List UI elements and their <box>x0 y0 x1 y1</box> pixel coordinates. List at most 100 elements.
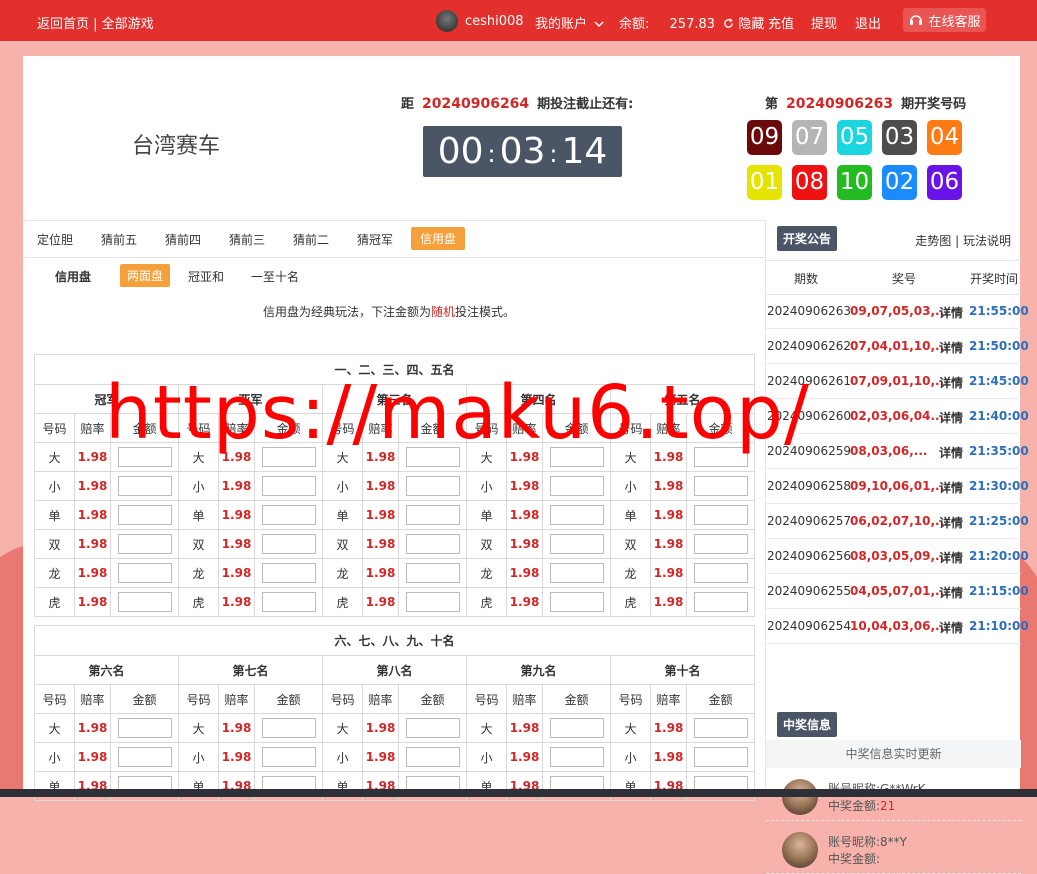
bet-amount-input[interactable] <box>405 447 460 467</box>
history-detail-link[interactable]: 详情 <box>939 514 963 531</box>
subtab-item[interactable]: 一至十名 <box>251 268 299 285</box>
bet-amount-input[interactable] <box>693 563 748 583</box>
bet-amount-input[interactable] <box>549 718 604 738</box>
position-row: 冠军 亚军 第三名 第四名 第五名 <box>34 384 756 414</box>
section-title: 六、七、八、九、十名 <box>33 625 756 656</box>
bet-amount-input[interactable] <box>261 592 316 612</box>
bet-amount-input[interactable] <box>117 505 172 525</box>
draw-ball: 03 <box>882 120 917 155</box>
col-number: 号码 <box>34 684 75 714</box>
bet-row: 大 1.98 大 1.98 大 1.98 大 1.98 大 1.98 <box>34 713 756 743</box>
tab-item[interactable]: 信用盘 <box>411 227 466 250</box>
bet-amount-input[interactable] <box>261 747 316 767</box>
hide-balance-button[interactable]: 隐藏 <box>738 17 764 32</box>
tab-item[interactable]: 猜前二 <box>293 231 329 248</box>
history-detail-link[interactable]: 详情 <box>939 479 963 496</box>
chart-links: 走势图 | 玩法说明 <box>915 232 1011 249</box>
history-detail-link[interactable]: 详情 <box>939 549 963 566</box>
logout-button[interactable]: 退出 <box>855 13 881 32</box>
amount-cell <box>542 713 611 743</box>
amount-cell <box>685 742 756 772</box>
bet-amount-input[interactable] <box>549 476 604 496</box>
recharge-button[interactable]: 充值 <box>768 13 794 32</box>
history-detail-link[interactable]: 详情 <box>939 374 963 391</box>
bet-amount-input[interactable] <box>405 718 460 738</box>
bet-amount-input[interactable] <box>693 747 748 767</box>
col-time: 开奖时间 <box>970 272 1019 286</box>
bet-amount-input[interactable] <box>693 592 748 612</box>
bet-odds: 1.98 <box>218 500 255 530</box>
bet-amount-input[interactable] <box>117 592 172 612</box>
col-number: 号码 <box>322 413 363 443</box>
history-detail-link[interactable]: 详情 <box>939 444 963 461</box>
tab-item[interactable]: 猜冠军 <box>357 231 393 248</box>
bet-amount-input[interactable] <box>693 476 748 496</box>
tab-item[interactable]: 猜前三 <box>229 231 265 248</box>
tab-item[interactable]: 定位胆 <box>37 231 73 248</box>
bet-amount-input[interactable] <box>549 747 604 767</box>
bet-amount-input[interactable] <box>117 476 172 496</box>
bet-amount-input[interactable] <box>405 534 460 554</box>
trend-chart-link[interactable]: 走势图 <box>915 234 951 248</box>
home-link[interactable]: 返回首页 <box>37 17 89 32</box>
bet-amount-input[interactable] <box>405 747 460 767</box>
bet-amount-input[interactable] <box>549 592 604 612</box>
draw-ball: 04 <box>927 120 962 155</box>
bet-amount-input[interactable] <box>549 447 604 467</box>
subtab-item[interactable]: 两面盘 <box>120 264 171 287</box>
amount-cell <box>685 442 756 472</box>
my-account-menu[interactable]: 我的账户 <box>535 13 604 32</box>
all-games-link[interactable]: 全部游戏 <box>102 17 154 32</box>
subtab-item[interactable]: 信用盘 <box>55 268 91 285</box>
bet-amount-input[interactable] <box>261 505 316 525</box>
amount-cell <box>110 442 179 472</box>
bet-amount-input[interactable] <box>405 505 460 525</box>
notice-tab[interactable]: 开奖公告 <box>777 226 838 251</box>
tab-item[interactable]: 猜前四 <box>165 231 201 248</box>
bet-amount-input[interactable] <box>549 505 604 525</box>
bet-row: 大 1.98 大 1.98 大 1.98 大 1.98 大 1.98 <box>34 442 756 472</box>
position-header: 第九名 <box>466 655 611 685</box>
history-numbers: 10,04,03,06,... <box>850 619 949 633</box>
position-header: 冠军 <box>34 384 179 414</box>
refresh-icon[interactable] <box>723 18 734 29</box>
history-detail-link[interactable]: 详情 <box>939 584 963 601</box>
subtab-item[interactable]: 冠亚和 <box>188 268 224 285</box>
bet-amount-input[interactable] <box>693 447 748 467</box>
history-detail-link[interactable]: 详情 <box>939 304 963 321</box>
withdraw-button[interactable]: 提现 <box>811 13 837 32</box>
bet-amount-input[interactable] <box>693 718 748 738</box>
col-number: 号码 <box>466 413 507 443</box>
bet-amount-input[interactable] <box>693 534 748 554</box>
bet-amount-input[interactable] <box>549 563 604 583</box>
bet-option: 小 <box>34 742 75 772</box>
bet-amount-input[interactable] <box>261 718 316 738</box>
amount-cell <box>398 442 467 472</box>
bet-amount-input[interactable] <box>261 534 316 554</box>
history-numbers: 06,02,07,10,... <box>850 514 949 528</box>
bet-amount-input[interactable] <box>117 534 172 554</box>
bet-amount-input[interactable] <box>117 563 172 583</box>
bet-amount-input[interactable] <box>117 747 172 767</box>
win-info-tab[interactable]: 中奖信息 <box>777 712 838 737</box>
col-amount: 金额 <box>398 413 467 443</box>
amount-cell <box>398 558 467 588</box>
bet-amount-input[interactable] <box>261 447 316 467</box>
history-detail-link[interactable]: 详情 <box>939 339 963 356</box>
bet-amount-input[interactable] <box>117 718 172 738</box>
bet-amount-input[interactable] <box>117 447 172 467</box>
bet-amount-input[interactable] <box>261 563 316 583</box>
bet-amount-input[interactable] <box>261 476 316 496</box>
tab-item[interactable]: 猜前五 <box>101 231 137 248</box>
bet-amount-input[interactable] <box>405 563 460 583</box>
bet-amount-input[interactable] <box>405 592 460 612</box>
bet-amount-input[interactable] <box>549 534 604 554</box>
bet-amount-input[interactable] <box>405 476 460 496</box>
online-service-button[interactable]: 在线客服 <box>903 8 986 32</box>
user-info[interactable]: ceshi008 <box>436 10 524 32</box>
history-detail-link[interactable]: 详情 <box>939 619 963 636</box>
bet-amount-input[interactable] <box>693 505 748 525</box>
bet-option: 小 <box>322 471 363 501</box>
rules-link[interactable]: 玩法说明 <box>963 234 1011 248</box>
history-detail-link[interactable]: 详情 <box>939 409 963 426</box>
